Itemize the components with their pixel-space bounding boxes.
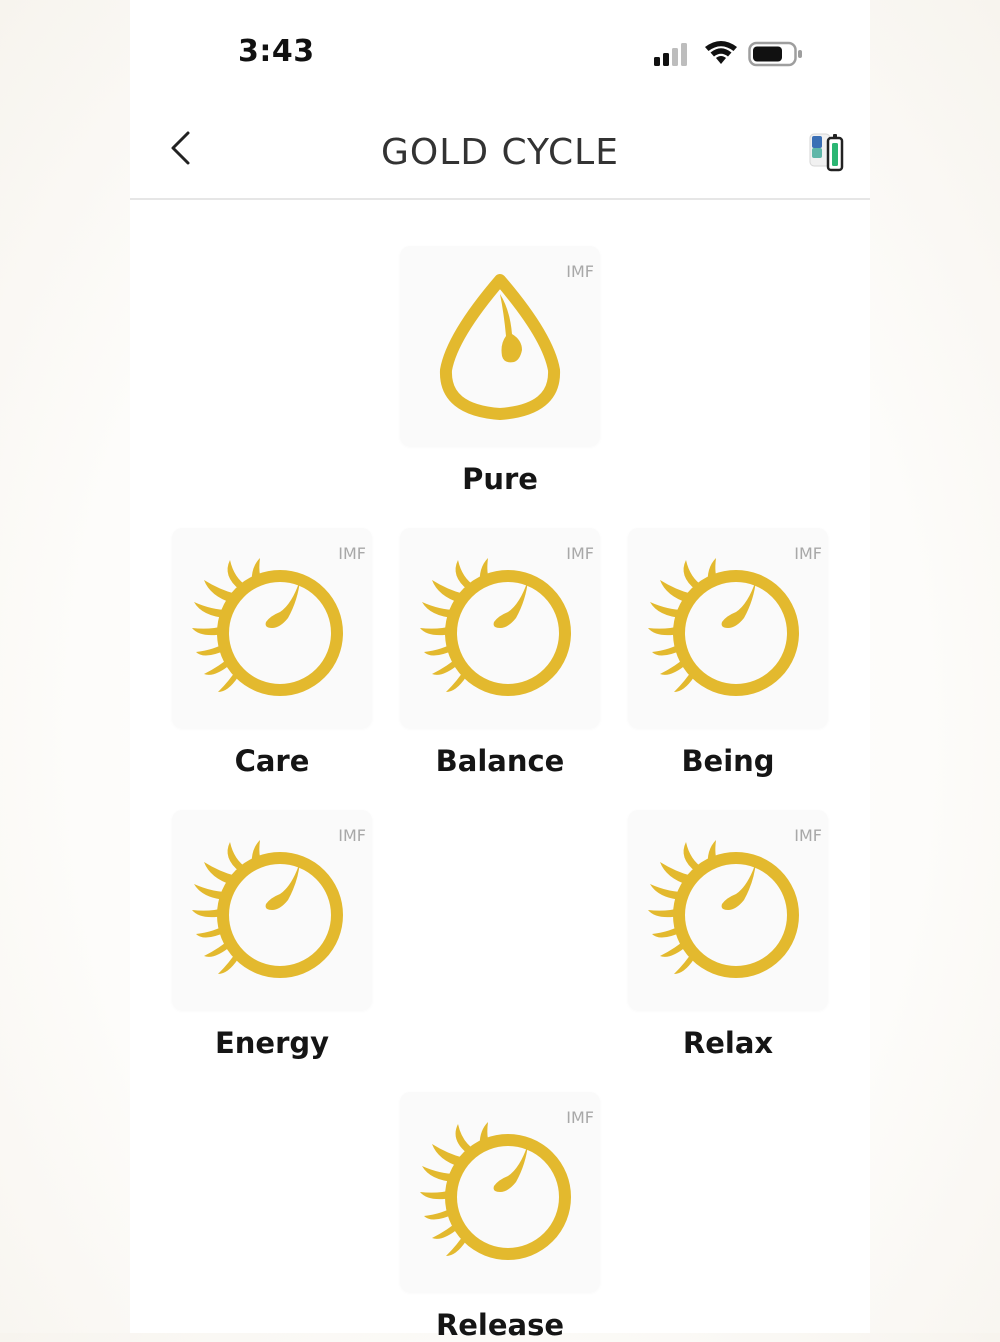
tile-card: IMF [172,810,372,1010]
cycle-tile-energy[interactable]: IMF Energy [172,810,372,1060]
tile-card: IMF [628,528,828,728]
tile-label: Pure [462,462,538,496]
wifi-icon [704,40,738,70]
cellular-signal-icon [654,42,690,70]
imf-badge: IMF [338,544,366,563]
device-button[interactable] [806,128,852,174]
device-battery-icon [806,133,852,178]
tile-label: Being [681,744,775,778]
navigation-bar: GOLD CYCLE [130,110,870,200]
page-title: GOLD CYCLE [381,132,619,173]
cycle-tile-being[interactable]: IMF Being [628,528,828,778]
imf-badge: IMF [338,826,366,845]
cycle-tile-pure[interactable]: IMF Pure [400,246,600,496]
cycle-tile-balance[interactable]: IMF Balance [400,528,600,778]
tile-card: IMF [628,810,828,1010]
battery-icon [748,40,804,72]
imf-badge: IMF [566,262,594,281]
status-time: 3:43 [238,34,315,69]
cycle-tile-relax[interactable]: IMF Relax [628,810,828,1060]
tile-card: IMF [400,528,600,728]
imf-badge: IMF [794,826,822,845]
tile-label: Energy [214,1026,330,1060]
imf-badge: IMF [794,544,822,563]
imf-badge: IMF [566,1108,594,1127]
tile-label: Release [435,1308,565,1342]
status-bar: 3:43 [130,0,870,100]
tile-label: Relax [682,1026,774,1060]
tile-card: IMF [400,246,600,446]
cycle-tile-release[interactable]: IMF Release [400,1092,600,1342]
cycle-tile-care[interactable]: IMF Care [172,528,372,778]
tile-card: IMF [400,1092,600,1292]
app-screen: 3:43 GOLD CYCLE IMF Pure IMF Care IMF Ba… [130,0,870,1342]
imf-badge: IMF [566,544,594,563]
tile-card: IMF [172,528,372,728]
